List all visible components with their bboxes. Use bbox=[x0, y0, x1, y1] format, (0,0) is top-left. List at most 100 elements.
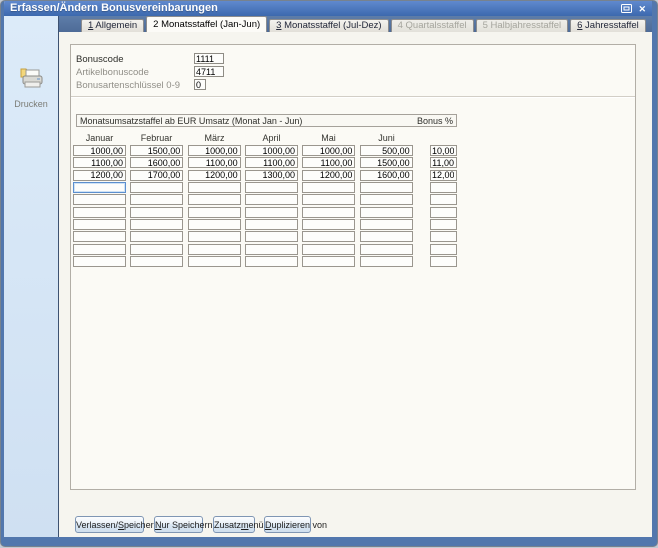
staffel-cell-r6-c0[interactable] bbox=[73, 219, 126, 230]
staffel-cell-r2-c2[interactable] bbox=[188, 170, 241, 181]
staffel-cell-r9-c1[interactable] bbox=[130, 256, 183, 267]
bonusartenschluessel-field[interactable] bbox=[194, 79, 206, 90]
staffel-cell-r7-c5[interactable] bbox=[360, 231, 413, 242]
close-icon[interactable]: ✕ bbox=[638, 3, 646, 15]
staffel-cell-r6-c5[interactable] bbox=[360, 219, 413, 230]
staffel-cell-r8-c5[interactable] bbox=[360, 244, 413, 255]
column-header-maerz: März bbox=[188, 133, 241, 143]
staffel-cell-r5-c0[interactable] bbox=[73, 207, 126, 218]
grid-row bbox=[71, 219, 635, 230]
restore-icon[interactable] bbox=[621, 3, 632, 15]
staffel-cell-r4-c3[interactable] bbox=[245, 194, 298, 205]
staffel-cell-r4-c1[interactable] bbox=[130, 194, 183, 205]
staffel-cell-r9-c4[interactable] bbox=[302, 256, 355, 267]
artikelbonuscode-label: Artikelbonuscode bbox=[76, 67, 149, 78]
staffel-cell-r5-c4[interactable] bbox=[302, 207, 355, 218]
staffel-cell-r0-c1[interactable] bbox=[130, 145, 183, 156]
staffel-cell-r3-c4[interactable] bbox=[302, 182, 355, 193]
staffel-cell-r3-c1[interactable] bbox=[130, 182, 183, 193]
staffel-bonus-r2[interactable] bbox=[430, 170, 457, 181]
grid-row bbox=[71, 170, 635, 181]
column-header-januar: Januar bbox=[73, 133, 126, 143]
grid-row bbox=[71, 207, 635, 218]
staffel-bonus-r0[interactable] bbox=[430, 145, 457, 156]
tab-halbjahresstaffel: 5 Halbjahresstaffel bbox=[476, 19, 569, 32]
form-panel: Bonuscode Artikelbonuscode Bonusartensch… bbox=[70, 44, 636, 490]
tab-monatsstaffel-jul-dez[interactable]: 3 Monatsstaffel (Jul-Dez) bbox=[269, 19, 388, 32]
staffel-bonus-r4[interactable] bbox=[430, 194, 457, 205]
staffel-cell-r8-c2[interactable] bbox=[188, 244, 241, 255]
staffel-cell-r6-c4[interactable] bbox=[302, 219, 355, 230]
staffel-cell-r1-c0[interactable] bbox=[73, 157, 126, 168]
staffel-cell-r9-c3[interactable] bbox=[245, 256, 298, 267]
staffel-bonus-r7[interactable] bbox=[430, 231, 457, 242]
staffel-cell-r7-c0[interactable] bbox=[73, 231, 126, 242]
bonuscode-field[interactable] bbox=[194, 53, 224, 64]
page-title: Erfassen/Ändern Bonusvereinbarungen bbox=[10, 1, 615, 16]
staffel-cell-r5-c3[interactable] bbox=[245, 207, 298, 218]
staffel-cell-r0-c4[interactable] bbox=[302, 145, 355, 156]
staffel-cell-r8-c3[interactable] bbox=[245, 244, 298, 255]
staffel-cell-r9-c2[interactable] bbox=[188, 256, 241, 267]
staffel-cell-r0-c3[interactable] bbox=[245, 145, 298, 156]
nur-speichern-button[interactable]: Nur Speichern bbox=[154, 516, 203, 533]
staffel-cell-r0-c2[interactable] bbox=[188, 145, 241, 156]
staffel-cell-r2-c5[interactable] bbox=[360, 170, 413, 181]
staffel-cell-r5-c1[interactable] bbox=[130, 207, 183, 218]
verlassen-speichern-button[interactable]: Verlassen/Speichern bbox=[75, 516, 144, 533]
staffel-cell-r1-c3[interactable] bbox=[245, 157, 298, 168]
staffel-cell-r3-c3[interactable] bbox=[245, 182, 298, 193]
staffel-bonus-r8[interactable] bbox=[430, 244, 457, 255]
staffel-bonus-r1[interactable] bbox=[430, 157, 457, 168]
bonusartenschluessel-label: Bonusartenschlüssel 0-9 bbox=[76, 80, 180, 91]
staffel-cell-r4-c5[interactable] bbox=[360, 194, 413, 205]
staffel-bonus-r3[interactable] bbox=[430, 182, 457, 193]
staffel-cell-r6-c3[interactable] bbox=[245, 219, 298, 230]
bonuscode-label: Bonuscode bbox=[76, 54, 124, 65]
staffel-cell-r7-c4[interactable] bbox=[302, 231, 355, 242]
staffel-header-bar: Monatsumsatzstaffel ab EUR Umsatz (Monat… bbox=[76, 114, 457, 127]
duplizieren-von-button[interactable]: Duplizieren von bbox=[264, 516, 311, 533]
zusatzmenu-button[interactable]: Zusatzmenü bbox=[213, 516, 255, 533]
staffel-cell-r0-c0[interactable] bbox=[73, 145, 126, 156]
staffel-cell-r9-c0[interactable] bbox=[73, 256, 126, 267]
staffel-cell-r4-c4[interactable] bbox=[302, 194, 355, 205]
staffel-cell-r1-c4[interactable] bbox=[302, 157, 355, 168]
staffel-cell-r6-c2[interactable] bbox=[188, 219, 241, 230]
staffel-cell-r1-c5[interactable] bbox=[360, 157, 413, 168]
staffel-header-title: Monatsumsatzstaffel ab EUR Umsatz (Monat… bbox=[80, 116, 302, 126]
staffel-cell-r2-c0[interactable] bbox=[73, 170, 126, 181]
staffel-cell-r8-c4[interactable] bbox=[302, 244, 355, 255]
staffel-cell-r3-c0[interactable] bbox=[73, 182, 126, 193]
print-command[interactable]: Drucken bbox=[4, 66, 58, 109]
staffel-cell-r9-c5[interactable] bbox=[360, 256, 413, 267]
staffel-cell-r4-c2[interactable] bbox=[188, 194, 241, 205]
staffel-cell-r1-c2[interactable] bbox=[188, 157, 241, 168]
staffel-cell-r7-c2[interactable] bbox=[188, 231, 241, 242]
tab-allgemein[interactable]: 1 Allgemein bbox=[81, 19, 144, 32]
grid-row bbox=[71, 244, 635, 255]
staffel-cell-r2-c1[interactable] bbox=[130, 170, 183, 181]
staffel-cell-r7-c1[interactable] bbox=[130, 231, 183, 242]
column-header-mai: Mai bbox=[302, 133, 355, 143]
staffel-cell-r8-c1[interactable] bbox=[130, 244, 183, 255]
staffel-cell-r3-c5[interactable] bbox=[360, 182, 413, 193]
staffel-cell-r4-c0[interactable] bbox=[73, 194, 126, 205]
staffel-cell-r8-c0[interactable] bbox=[73, 244, 126, 255]
staffel-cell-r7-c3[interactable] bbox=[245, 231, 298, 242]
grid-row bbox=[71, 157, 635, 168]
staffel-cell-r0-c5[interactable] bbox=[360, 145, 413, 156]
staffel-cell-r6-c1[interactable] bbox=[130, 219, 183, 230]
staffel-cell-r2-c3[interactable] bbox=[245, 170, 298, 181]
artikelbonuscode-field[interactable] bbox=[194, 66, 224, 77]
staffel-cell-r5-c2[interactable] bbox=[188, 207, 241, 218]
staffel-bonus-r6[interactable] bbox=[430, 219, 457, 230]
tab-jahresstaffel[interactable]: 6 Jahresstaffel bbox=[570, 19, 646, 32]
staffel-bonus-r5[interactable] bbox=[430, 207, 457, 218]
staffel-bonus-r9[interactable] bbox=[430, 256, 457, 267]
staffel-cell-r2-c4[interactable] bbox=[302, 170, 355, 181]
staffel-cell-r1-c1[interactable] bbox=[130, 157, 183, 168]
staffel-cell-r5-c5[interactable] bbox=[360, 207, 413, 218]
tab-monatsstaffel-jan-jun[interactable]: 2 Monatsstaffel (Jan-Jun) bbox=[146, 16, 267, 32]
staffel-cell-r3-c2[interactable] bbox=[188, 182, 241, 193]
